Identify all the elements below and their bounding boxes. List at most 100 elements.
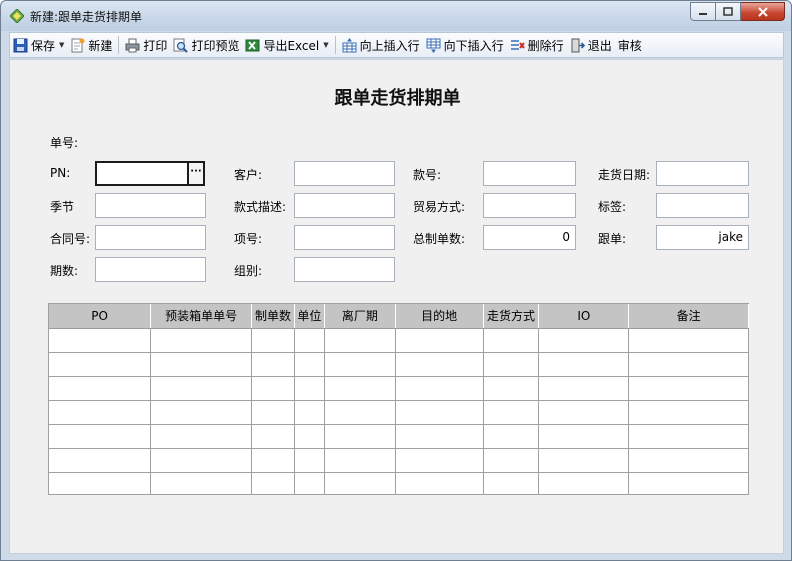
table-cell[interactable] bbox=[483, 376, 540, 401]
style-no-input[interactable] bbox=[483, 161, 576, 186]
table-cell[interactable] bbox=[395, 424, 484, 449]
table-row[interactable] bbox=[49, 424, 749, 449]
export-excel-button[interactable]: 导出Excel ▼ bbox=[242, 34, 331, 56]
table-cell[interactable] bbox=[324, 448, 396, 473]
table-cell[interactable] bbox=[251, 328, 295, 353]
table-cell[interactable] bbox=[324, 352, 396, 377]
item-no-input[interactable] bbox=[294, 225, 395, 250]
column-header-po[interactable]: PO bbox=[49, 304, 152, 329]
table-cell[interactable] bbox=[395, 472, 484, 494]
table-cell[interactable] bbox=[628, 352, 749, 377]
table-cell[interactable] bbox=[538, 328, 630, 353]
table-cell[interactable] bbox=[395, 400, 484, 425]
table-cell[interactable] bbox=[49, 352, 152, 377]
follower-input[interactable]: jake bbox=[656, 225, 749, 250]
table-cell[interactable] bbox=[324, 400, 396, 425]
table-cell[interactable] bbox=[150, 376, 253, 401]
table-cell[interactable] bbox=[150, 328, 253, 353]
table-row[interactable] bbox=[49, 400, 749, 425]
pn-input[interactable] bbox=[95, 161, 188, 186]
period-input[interactable] bbox=[95, 257, 206, 282]
table-cell[interactable] bbox=[483, 352, 540, 377]
table-cell[interactable] bbox=[49, 328, 152, 353]
table-cell[interactable] bbox=[49, 472, 152, 494]
table-cell[interactable] bbox=[294, 472, 325, 494]
table-cell[interactable] bbox=[150, 448, 253, 473]
table-cell[interactable] bbox=[483, 424, 540, 449]
table-cell[interactable] bbox=[538, 472, 630, 494]
table-cell[interactable] bbox=[395, 448, 484, 473]
table-cell[interactable] bbox=[49, 424, 152, 449]
table-cell[interactable] bbox=[538, 424, 630, 449]
table-cell[interactable] bbox=[628, 448, 749, 473]
close-button[interactable] bbox=[741, 2, 785, 21]
table-cell[interactable] bbox=[483, 448, 540, 473]
print-button[interactable]: 打印 bbox=[122, 34, 170, 56]
column-header-order-qty[interactable]: 制单数 bbox=[251, 304, 295, 329]
exit-button[interactable]: 退出 bbox=[567, 34, 615, 56]
column-header-ex-factory-date[interactable]: 离厂期 bbox=[324, 304, 396, 329]
table-cell[interactable] bbox=[251, 448, 295, 473]
group-input[interactable] bbox=[294, 257, 395, 282]
table-cell[interactable] bbox=[294, 400, 325, 425]
ship-date-input[interactable] bbox=[656, 161, 749, 186]
table-cell[interactable] bbox=[294, 328, 325, 353]
table-cell[interactable] bbox=[49, 448, 152, 473]
table-cell[interactable] bbox=[49, 376, 152, 401]
review-button[interactable]: 审核 bbox=[615, 34, 645, 56]
table-cell[interactable] bbox=[324, 472, 396, 494]
table-cell[interactable] bbox=[294, 424, 325, 449]
table-cell[interactable] bbox=[251, 352, 295, 377]
column-header-destination[interactable]: 目的地 bbox=[395, 304, 484, 329]
table-row[interactable] bbox=[49, 352, 749, 377]
table-cell[interactable] bbox=[150, 424, 253, 449]
save-button[interactable]: 保存 ▼ bbox=[10, 34, 67, 56]
total-orders-input[interactable]: 0 bbox=[483, 225, 576, 250]
table-cell[interactable] bbox=[483, 400, 540, 425]
column-header-remarks[interactable]: 备注 bbox=[628, 304, 749, 329]
minimize-button[interactable] bbox=[690, 2, 716, 21]
table-cell[interactable] bbox=[483, 472, 540, 494]
table-cell[interactable] bbox=[150, 352, 253, 377]
table-cell[interactable] bbox=[251, 472, 295, 494]
column-header-ship-mode[interactable]: 走货方式 bbox=[483, 304, 540, 329]
maximize-button[interactable] bbox=[716, 2, 741, 21]
table-row[interactable] bbox=[49, 448, 749, 473]
table-cell[interactable] bbox=[628, 376, 749, 401]
season-input[interactable] bbox=[95, 193, 206, 218]
table-cell[interactable] bbox=[395, 328, 484, 353]
table-cell[interactable] bbox=[538, 400, 630, 425]
insert-row-above-button[interactable]: 向上插入行 bbox=[339, 34, 423, 56]
contract-no-input[interactable] bbox=[95, 225, 206, 250]
table-cell[interactable] bbox=[324, 376, 396, 401]
column-header-io[interactable]: IO bbox=[538, 304, 630, 329]
table-cell[interactable] bbox=[150, 400, 253, 425]
table-cell[interactable] bbox=[628, 472, 749, 494]
pn-lookup-button[interactable]: ··· bbox=[187, 161, 205, 186]
table-cell[interactable] bbox=[294, 352, 325, 377]
table-cell[interactable] bbox=[251, 400, 295, 425]
table-cell[interactable] bbox=[628, 424, 749, 449]
table-cell[interactable] bbox=[324, 424, 396, 449]
insert-row-below-button[interactable]: 向下插入行 bbox=[423, 34, 507, 56]
schedule-grid[interactable]: PO 预装箱单单号 制单数 单位 离厂期 目的地 走货方式 IO 备注 bbox=[48, 303, 749, 495]
column-header-unit[interactable]: 单位 bbox=[294, 304, 325, 329]
table-cell[interactable] bbox=[628, 400, 749, 425]
table-cell[interactable] bbox=[49, 400, 152, 425]
delete-row-button[interactable]: 删除行 bbox=[507, 34, 567, 56]
title-bar[interactable]: 新建:跟单走货排期单 bbox=[1, 1, 791, 31]
table-row[interactable] bbox=[49, 472, 749, 494]
tag-input[interactable] bbox=[656, 193, 749, 218]
export-dropdown-icon[interactable]: ▼ bbox=[323, 41, 328, 49]
table-row[interactable] bbox=[49, 328, 749, 353]
customer-input[interactable] bbox=[294, 161, 395, 186]
table-cell[interactable] bbox=[538, 376, 630, 401]
trade-mode-input[interactable] bbox=[483, 193, 576, 218]
style-desc-input[interactable] bbox=[294, 193, 395, 218]
table-cell[interactable] bbox=[538, 352, 630, 377]
save-dropdown-icon[interactable]: ▼ bbox=[59, 41, 64, 49]
new-button[interactable]: 新建 bbox=[67, 34, 115, 56]
table-cell[interactable] bbox=[251, 376, 295, 401]
column-header-packing-list-no[interactable]: 预装箱单单号 bbox=[150, 304, 253, 329]
table-cell[interactable] bbox=[538, 448, 630, 473]
